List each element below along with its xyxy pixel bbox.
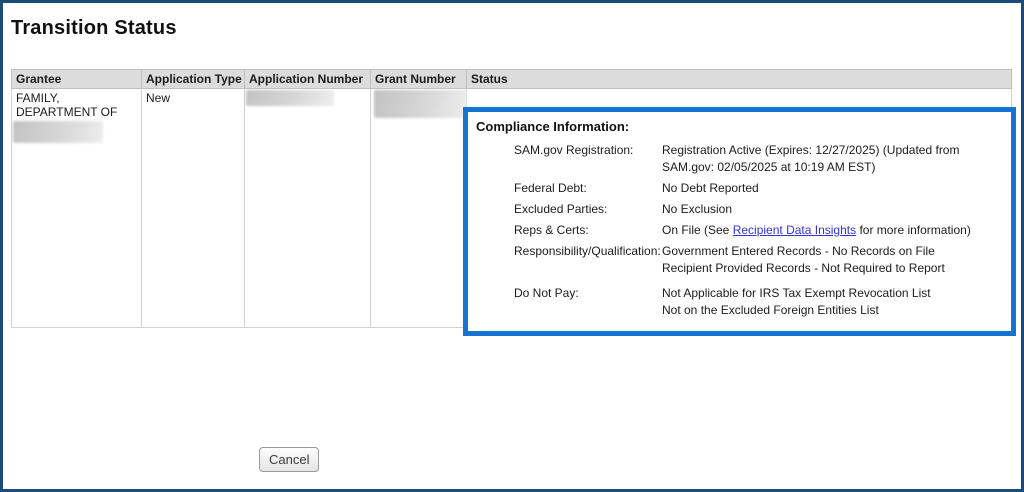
reps-certs-label: Reps & Certs: — [514, 222, 662, 239]
column-header-application-number: Application Number — [245, 70, 371, 89]
sam-registration-value: Registration Active (Expires: 12/27/2025… — [662, 142, 1003, 176]
compliance-panel: Compliance Information: SAM.gov Registra… — [463, 107, 1016, 336]
compliance-row-reps-certs: Reps & Certs: On File (See Recipient Dat… — [514, 222, 1003, 239]
cancel-button[interactable]: Cancel — [259, 447, 319, 472]
cell-application-number — [245, 89, 371, 328]
excluded-parties-value: No Exclusion — [662, 201, 1003, 218]
reps-certs-prefix: On File (See — [662, 223, 733, 237]
page: Transition Status Grantee Application Ty… — [0, 0, 1024, 492]
column-header-grant-number: Grant Number — [371, 70, 467, 89]
reps-certs-suffix: for more information) — [856, 223, 971, 237]
reps-certs-value: On File (See Recipient Data Insights for… — [662, 222, 1003, 239]
responsibility-qualification-value: Government Entered Records - No Records … — [662, 243, 1003, 277]
column-header-application-type: Application Type — [142, 70, 245, 89]
column-header-status: Status — [467, 70, 1012, 89]
redacted-grant-number — [374, 90, 467, 118]
redacted-application-number — [246, 90, 334, 106]
compliance-row-responsibility: Responsibility/Qualification: Government… — [514, 243, 1003, 277]
responsibility-qualification-label: Responsibility/Qualification: — [514, 243, 662, 277]
compliance-row-do-not-pay: Do Not Pay: Not Applicable for IRS Tax E… — [514, 285, 1003, 319]
compliance-row-federal-debt: Federal Debt: No Debt Reported — [514, 180, 1003, 197]
do-not-pay-label: Do Not Pay: — [514, 285, 662, 319]
compliance-row-sam: SAM.gov Registration: Registration Activ… — [514, 142, 1003, 176]
compliance-title: Compliance Information: — [476, 119, 1003, 134]
grantee-name: FAMILY, DEPARTMENT OF — [16, 91, 117, 119]
compliance-row-excluded-parties: Excluded Parties: No Exclusion — [514, 201, 1003, 218]
federal-debt-value: No Debt Reported — [662, 180, 1003, 197]
column-header-grantee: Grantee — [12, 70, 142, 89]
do-not-pay-value: Not Applicable for IRS Tax Exempt Revoca… — [662, 285, 1003, 319]
cell-grant-number — [371, 89, 467, 328]
cell-application-type: New — [142, 89, 245, 328]
redacted-grantee-value — [13, 121, 103, 143]
table-header-row: Grantee Application Type Application Num… — [12, 70, 1012, 89]
sam-registration-label: SAM.gov Registration: — [514, 142, 662, 176]
federal-debt-label: Federal Debt: — [514, 180, 662, 197]
recipient-data-insights-link[interactable]: Recipient Data Insights — [733, 223, 856, 237]
page-title: Transition Status — [11, 17, 177, 40]
excluded-parties-label: Excluded Parties: — [514, 201, 662, 218]
